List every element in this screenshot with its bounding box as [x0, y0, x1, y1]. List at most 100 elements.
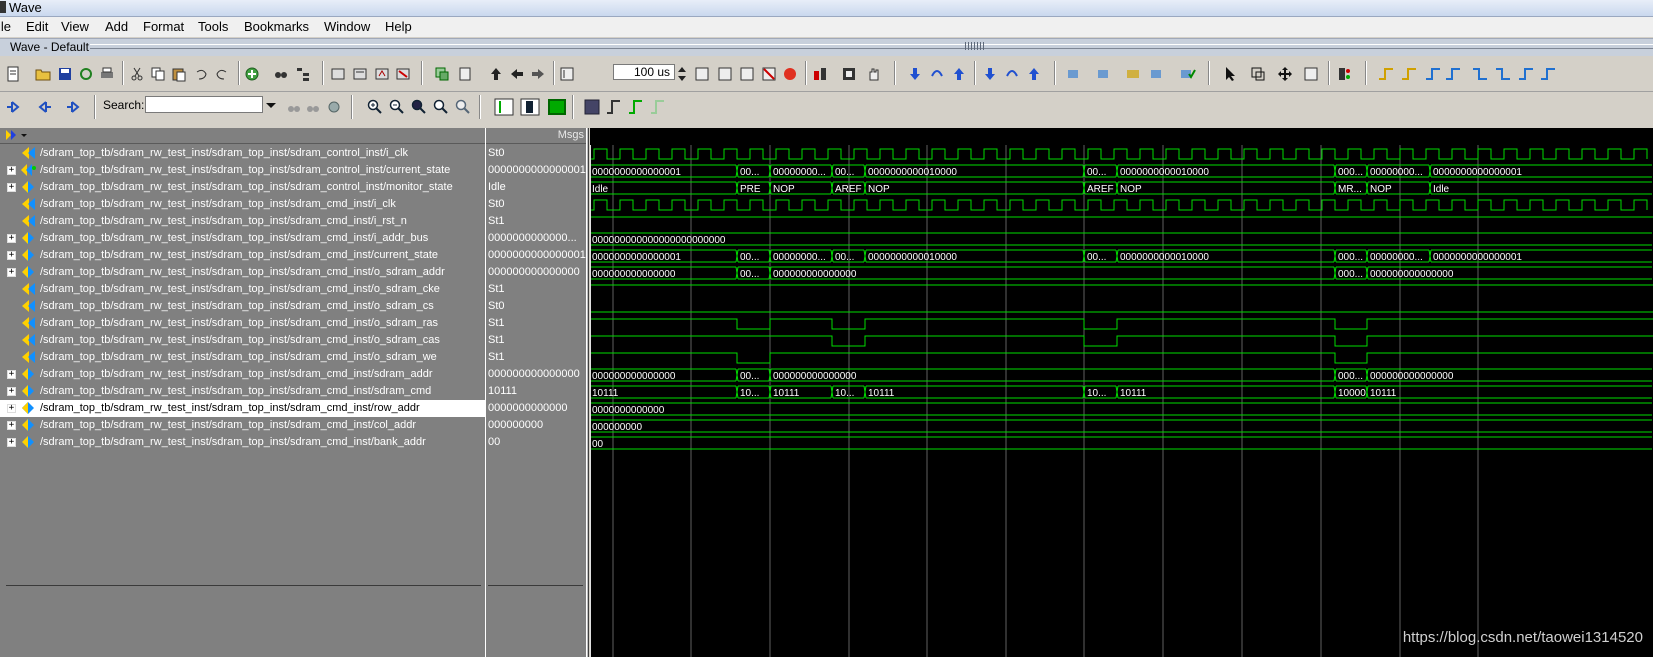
wave-menu-icon[interactable]	[3, 128, 27, 142]
dataflow-up-icon[interactable]	[1067, 66, 1083, 82]
signal-row[interactable]: + /sdram_top_tb/sdram_rw_test_inst/sdram_…	[0, 179, 486, 196]
select-mode-icon[interactable]	[1223, 66, 1239, 82]
signal-row[interactable]: /sdram_top_tb/sdram_rw_test_inst/sdram_t…	[0, 349, 486, 366]
signal-row[interactable]: + /sdram_top_tb/sdram_rw_test_inst/sdram_…	[0, 434, 486, 451]
step-back-out-icon[interactable]	[1026, 66, 1042, 82]
wave-style-icon[interactable]	[584, 99, 600, 115]
break-sim-icon[interactable]	[761, 66, 777, 82]
cursor-lock-icon[interactable]	[520, 98, 540, 116]
expand-toggle-icon[interactable]: +	[7, 421, 16, 430]
arrow-left-icon[interactable]	[509, 66, 525, 82]
pan-mode-icon[interactable]	[1277, 66, 1293, 82]
step-out-icon[interactable]	[951, 66, 967, 82]
expand-toggle-icon[interactable]: +	[7, 251, 16, 260]
signal-row[interactable]: + /sdram_top_tb/sdram_rw_test_inst/sdram_…	[0, 230, 486, 247]
expand-toggle-icon[interactable]: +	[7, 268, 16, 277]
add-wave-icon[interactable]	[244, 66, 260, 82]
memory-icon[interactable]	[841, 66, 857, 82]
signal-row[interactable]: /sdram_top_tb/sdram_rw_test_inst/sdram_t…	[0, 281, 486, 298]
next-transition-icon[interactable]	[1495, 66, 1511, 82]
zoom-cursor-icon[interactable]	[433, 99, 449, 115]
next-edge-icon[interactable]	[1445, 66, 1461, 82]
dataflow-icon[interactable]	[812, 66, 828, 82]
signal-row[interactable]: /sdram_top_tb/sdram_rw_test_inst/sdram_t…	[0, 196, 486, 213]
expand-toggle-icon[interactable]: +	[7, 166, 16, 175]
print-icon[interactable]	[99, 66, 115, 82]
menu-window[interactable]: Window	[324, 19, 370, 34]
run-icon[interactable]	[694, 66, 710, 82]
arrow-right-icon[interactable]	[530, 66, 546, 82]
menu-view[interactable]: View	[61, 19, 89, 34]
cursor-delete-icon[interactable]	[547, 98, 567, 116]
step-back-over-icon[interactable]	[1004, 66, 1020, 82]
run-length-icon[interactable]	[559, 66, 575, 82]
signal-row[interactable]: /sdram_top_tb/sdram_rw_test_inst/sdram_t…	[0, 332, 486, 349]
signal-names-pane[interactable]: /sdram_top_tb/sdram_rw_test_inst/sdram_t…	[0, 128, 486, 657]
edge-rise-icon[interactable]	[1378, 66, 1394, 82]
signal-row[interactable]: /sdram_top_tb/sdram_rw_test_inst/sdram_t…	[0, 315, 486, 332]
layout-icon[interactable]	[1337, 66, 1353, 82]
zoom-in-icon[interactable]	[367, 99, 383, 115]
search-reverse-icon[interactable]	[286, 99, 302, 115]
search-forward-icon[interactable]	[305, 99, 321, 115]
analog-style-icon[interactable]	[650, 99, 666, 115]
paste-icon[interactable]	[171, 66, 187, 82]
values-wave-splitter[interactable]	[586, 128, 589, 657]
signal-row[interactable]: /sdram_top_tb/sdram_rw_test_inst/sdram_t…	[0, 213, 486, 230]
expand-toggle-icon[interactable]: +	[7, 234, 16, 243]
run-length-field[interactable]: 100 us	[613, 64, 675, 80]
dataflow-list-icon[interactable]	[1150, 66, 1166, 82]
copy-icon[interactable]	[150, 66, 166, 82]
dock-grip[interactable]	[965, 42, 985, 50]
edge-fall-icon[interactable]	[1401, 66, 1417, 82]
compile-icon[interactable]	[330, 66, 346, 82]
menu-edit[interactable]: Edit	[26, 19, 48, 34]
signal-row[interactable]: + /sdram_top_tb/sdram_rw_test_inst/sdram_…	[0, 366, 486, 383]
dataflow-down-icon[interactable]	[1097, 66, 1113, 82]
signal-row[interactable]: + /sdram_top_tb/sdram_rw_test_inst/sdram_…	[0, 264, 486, 281]
menu-format[interactable]: Format	[143, 19, 184, 34]
signal-row[interactable]: + /sdram_top_tb/sdram_rw_test_inst/sdram_…	[0, 383, 486, 400]
step-back-into-icon[interactable]	[982, 66, 998, 82]
step-into-icon[interactable]	[907, 66, 923, 82]
menu-help[interactable]: Help	[385, 19, 412, 34]
insert-icon[interactable]	[458, 66, 474, 82]
arrow-up-icon[interactable]	[488, 66, 504, 82]
simulate-icon[interactable]	[374, 66, 390, 82]
hand-icon[interactable]	[866, 66, 882, 82]
find-icon[interactable]	[273, 66, 289, 82]
compile-all-icon[interactable]	[352, 66, 368, 82]
edge-style-icon[interactable]	[606, 99, 622, 115]
save-icon[interactable]	[57, 66, 73, 82]
collapse-icon[interactable]	[6, 99, 22, 115]
next-falling-icon[interactable]	[1540, 66, 1556, 82]
prev-falling-icon[interactable]	[1518, 66, 1534, 82]
zoom-out-icon[interactable]	[389, 99, 405, 115]
continue-icon[interactable]	[717, 66, 733, 82]
search-dropdown-icon[interactable]	[264, 97, 278, 113]
prev-transition-icon[interactable]	[1472, 66, 1488, 82]
menu-file[interactable]: ile	[0, 19, 11, 34]
expand-toggle-icon[interactable]: +	[7, 387, 16, 396]
run-length-spinner-icon[interactable]	[677, 65, 687, 83]
signal-row[interactable]: + /sdram_top_tb/sdram_rw_test_inst/sdram_…	[0, 400, 486, 417]
step-over-icon[interactable]	[929, 66, 945, 82]
signal-row[interactable]: /sdram_top_tb/sdram_rw_test_inst/sdram_t…	[0, 298, 486, 315]
menu-tools[interactable]: Tools	[198, 19, 228, 34]
undo-icon[interactable]	[193, 66, 209, 82]
expand-toggle-icon[interactable]: +	[7, 438, 16, 447]
signal-row[interactable]: + /sdram_top_tb/sdram_rw_test_inst/sdram_…	[0, 247, 486, 264]
menu-add[interactable]: Add	[105, 19, 128, 34]
cut-icon[interactable]	[129, 66, 145, 82]
expand-icon[interactable]	[36, 99, 52, 115]
search-input[interactable]	[145, 96, 263, 113]
menu-bookmarks[interactable]: Bookmarks	[244, 19, 309, 34]
signal-row[interactable]: + /sdram_top_tb/sdram_rw_test_inst/sdram_…	[0, 417, 486, 434]
zoom-full-icon[interactable]	[411, 99, 427, 115]
waveform-canvas[interactable]: 0000000000000001 00... 00000000... 00... 000…	[590, 128, 1653, 657]
reload-icon[interactable]	[78, 66, 94, 82]
expand-toggle-icon[interactable]: +	[7, 183, 16, 192]
insert-cursor-icon[interactable]	[494, 98, 514, 116]
signal-row[interactable]: + /sdram_top_tb/sdram_rw_test_inst/sdram_…	[0, 162, 486, 179]
expand-toggle-icon[interactable]: +	[7, 370, 16, 379]
